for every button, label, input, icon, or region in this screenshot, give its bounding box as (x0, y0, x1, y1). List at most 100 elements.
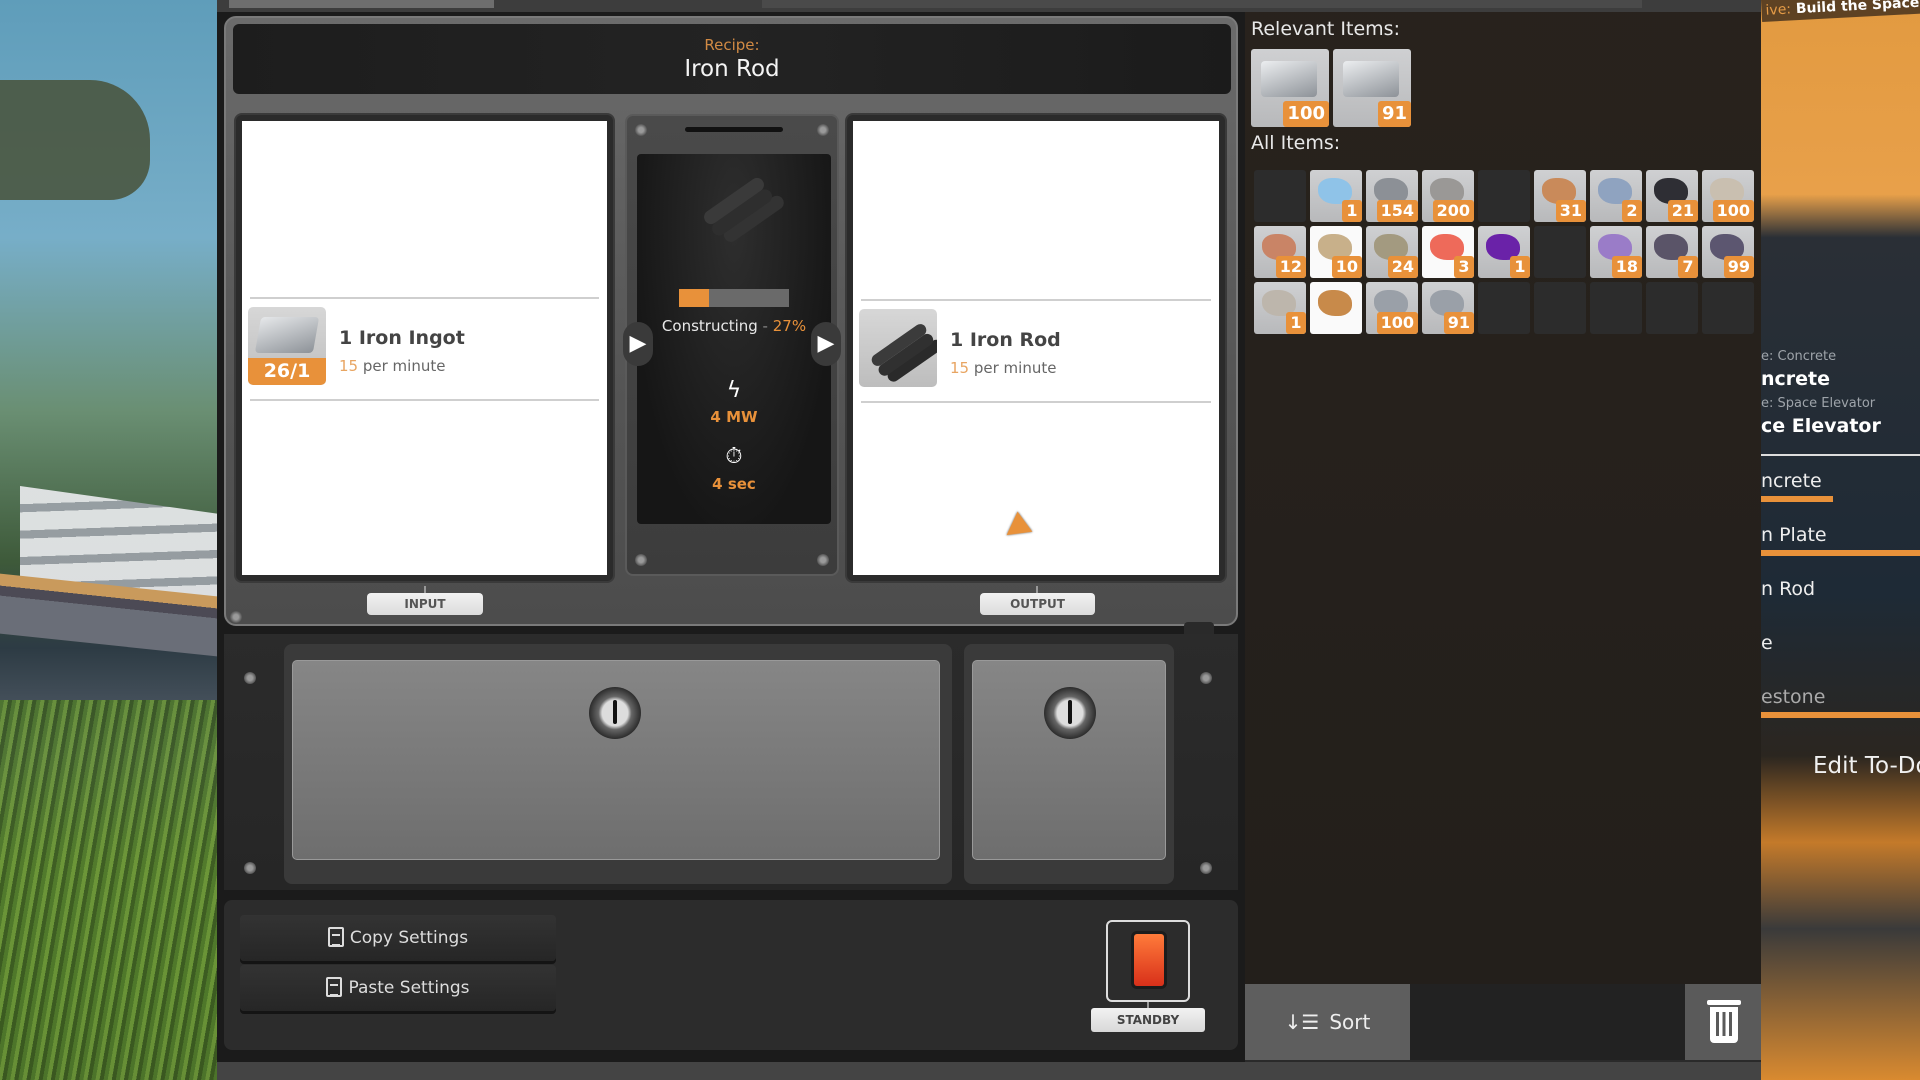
objective-text: Build the Space (1795, 0, 1920, 18)
item-count: 3 (1454, 256, 1474, 278)
output-hatch[interactable] (972, 660, 1166, 860)
inventory-slot[interactable] (1478, 282, 1530, 334)
input-item-name: 1 Iron Ingot (339, 327, 465, 349)
inventory-slot[interactable]: 154 (1366, 170, 1418, 222)
output-slot[interactable] (859, 309, 937, 387)
screw (244, 672, 256, 684)
item-count: 1 (1342, 200, 1362, 222)
all-items-heading: All Items: (1251, 132, 1341, 154)
copy-icon (327, 927, 344, 947)
cycle-time: 4 sec (712, 475, 756, 493)
inventory-slot[interactable]: 200 (1422, 170, 1474, 222)
inventory-slot[interactable]: 21 (1646, 170, 1698, 222)
item-count: 21 (1667, 200, 1698, 222)
item-count: 100 (1376, 312, 1418, 334)
input-slot-count: 26/1 (248, 358, 326, 385)
iron-rod-icon (701, 175, 767, 227)
inventory-slot[interactable]: 3 (1422, 226, 1474, 278)
output-tag: OUTPUT (980, 593, 1095, 615)
todo-main-1: ncrete (1761, 368, 1831, 390)
tab-2[interactable] (762, 0, 1642, 8)
inventory-slot[interactable]: 1 (1254, 282, 1306, 334)
paste-settings-button[interactable]: Paste Settings (240, 965, 556, 1011)
relevant-item-slot[interactable]: 91 (1333, 49, 1411, 127)
standby-switch-frame[interactable] (1106, 920, 1190, 1002)
item-count: 10 (1331, 256, 1362, 278)
sort-button[interactable]: ↓☰ Sort (1245, 984, 1410, 1060)
tab-1[interactable] (229, 0, 494, 8)
recipe-header[interactable]: Recipe: Iron Rod (233, 24, 1231, 94)
trash-icon-body (1710, 1007, 1738, 1043)
divider (861, 401, 1211, 403)
inventory-slot[interactable] (1534, 282, 1586, 334)
recipe-label: Recipe: (704, 36, 760, 54)
standby-switch[interactable] (1134, 934, 1164, 986)
lock-icon[interactable] (1044, 687, 1096, 739)
inventory-slot[interactable]: 91 (1422, 282, 1474, 334)
inventory-slot[interactable] (1534, 226, 1586, 278)
status-separator: - (757, 317, 773, 335)
inventory-slot[interactable]: 18 (1590, 226, 1642, 278)
relevant-items-heading: Relevant Items: (1251, 18, 1400, 40)
standby-label: STANDBY (1091, 1008, 1205, 1032)
item-count: 154 (1376, 200, 1418, 222)
todo-progress-bar (1761, 496, 1833, 502)
inventory-slot[interactable] (1590, 282, 1642, 334)
lock-icon[interactable] (589, 687, 641, 739)
item-count: 12 (1275, 256, 1306, 278)
item-count: 1 (1286, 312, 1306, 334)
bottom-strip (217, 1062, 1761, 1080)
inventory-slot[interactable]: 99 (1702, 226, 1754, 278)
inventory-slot[interactable]: 100 (1366, 282, 1418, 334)
screw (230, 611, 242, 623)
inventory-slot[interactable]: 2 (1590, 170, 1642, 222)
todo-progress-bar (1761, 712, 1920, 718)
inventory-slot[interactable] (1702, 282, 1754, 334)
screw (1200, 672, 1212, 684)
inventory-slot[interactable]: 1 (1310, 170, 1362, 222)
inventory-slot[interactable] (1310, 282, 1362, 334)
relevant-item-slot[interactable]: 100 (1251, 49, 1329, 127)
inventory-slot[interactable]: 10 (1310, 226, 1362, 278)
item-count: 1 (1510, 256, 1530, 278)
output-item-name: 1 Iron Rod (950, 329, 1061, 351)
production-column: Constructing - 27% ϟ 4 MW ⏱ 4 sec ▶ ▶ (623, 114, 841, 576)
todo-item: n Plate (1761, 524, 1827, 546)
power-icon: ϟ (726, 378, 742, 403)
item-count: 24 (1387, 256, 1418, 278)
iron-ingot-icon (1343, 61, 1399, 97)
input-hatch[interactable] (292, 660, 940, 860)
player-inventory: Relevant Items: 100 91 All Items: 1 154 200… (1245, 12, 1761, 1060)
inventory-slot[interactable]: 100 (1702, 170, 1754, 222)
inventory-slot[interactable]: 7 (1646, 226, 1698, 278)
divider (250, 297, 599, 299)
production-status: Constructing - 27% (637, 317, 831, 335)
xeno-zapper-icon (1318, 290, 1352, 316)
progress-fill (679, 289, 709, 307)
screw (817, 124, 829, 136)
trash-button[interactable] (1685, 984, 1761, 1060)
edit-todo-button[interactable]: Edit To-Do (1813, 753, 1920, 779)
grass (0, 700, 217, 1080)
inventory-slot[interactable] (1254, 170, 1306, 222)
inventory-slot[interactable] (1478, 170, 1530, 222)
screw (1200, 862, 1212, 874)
item-count: 200 (1432, 200, 1474, 222)
inventory-slot[interactable]: 1 (1478, 226, 1530, 278)
todo-item: estone (1761, 686, 1826, 708)
input-arrow-icon: ▶ (623, 322, 653, 366)
trash-icon (1707, 1000, 1741, 1005)
screw (635, 554, 647, 566)
status-text: Constructing (661, 317, 758, 335)
sort-icon: ↓☰ (1284, 1010, 1320, 1034)
top-tab-strip (217, 0, 1761, 12)
input-slot[interactable]: 26/1 (248, 307, 326, 385)
input-card: 26/1 1 Iron Ingot 15 per minute (236, 115, 613, 581)
copy-settings-button[interactable]: Copy Settings (240, 915, 556, 961)
output-arrow-icon: ▶ (811, 322, 841, 366)
inventory-slot[interactable] (1646, 282, 1698, 334)
todo-progress-bar (1761, 550, 1920, 556)
inventory-slot[interactable]: 31 (1534, 170, 1586, 222)
inventory-slot[interactable]: 24 (1366, 226, 1418, 278)
inventory-slot[interactable]: 12 (1254, 226, 1306, 278)
